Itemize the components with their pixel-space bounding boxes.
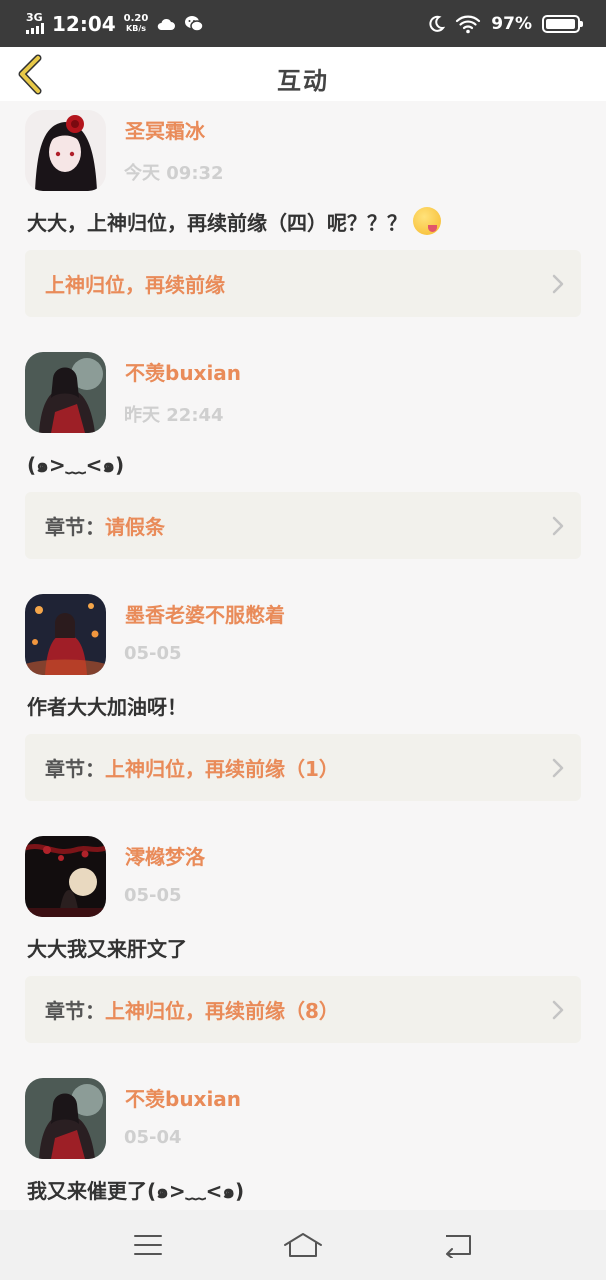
- username[interactable]: 澪橼梦洛: [125, 841, 205, 870]
- comment-item: 不羡buxian 昨天 22:44 (๑>﹏<๑) 章节： 请假条: [0, 343, 606, 585]
- menu-icon: [133, 1235, 162, 1255]
- header: 互动: [0, 47, 606, 101]
- chapter-title: 请假条: [105, 515, 165, 539]
- comment-item: 澪橼梦洛 05-05 大大我又来肝文了 章节： 上神归位，再续前缘（8）: [0, 827, 606, 1069]
- avatar[interactable]: [25, 594, 106, 675]
- moon-icon: [429, 15, 446, 32]
- signal-icon: 3G: [26, 11, 44, 34]
- battery-icon: [542, 14, 583, 33]
- chapter-title: 上神归位，再续前缘: [45, 273, 225, 297]
- chevron-right-icon: [552, 1000, 564, 1020]
- page-title: 互动: [277, 67, 329, 95]
- comment-time: 05-05: [124, 885, 182, 906]
- avatar[interactable]: [25, 110, 106, 191]
- comment-item: 圣冥霜冰 今天 09:32 大大，上神归位，再续前缘（四）呢？？？ 上神归位，再…: [0, 101, 606, 343]
- username[interactable]: 墨香老婆不服憋着: [125, 599, 285, 628]
- wifi-icon: [456, 15, 481, 33]
- username[interactable]: 不羡buxian: [125, 357, 241, 386]
- chapter-title: 上神归位，再续前缘（1）: [105, 757, 339, 781]
- chapter-prefix: 章节：: [45, 999, 105, 1023]
- chapter-prefix: 章节：: [45, 757, 105, 781]
- menu-button[interactable]: [123, 1225, 173, 1265]
- speed-unit: KB/s: [126, 23, 146, 33]
- wechat-icon: [185, 15, 205, 32]
- comment-time: 05-04: [124, 1127, 182, 1148]
- chevron-right-icon: [552, 516, 564, 536]
- status-bar: 3G 12:04 0.20 KB/s 97%: [0, 0, 606, 47]
- comment-content: 大大，上神归位，再续前缘（四）呢？？？: [27, 207, 441, 236]
- comment-content: 作者大大加油呀！: [27, 695, 187, 719]
- comment-time: 昨天 22:44: [124, 405, 224, 426]
- avatar[interactable]: [25, 1078, 106, 1159]
- status-right: 97%: [427, 13, 583, 34]
- system-nav-bar: [0, 1210, 606, 1280]
- comment-time: 今天 09:32: [124, 163, 224, 184]
- comment-content: (๑>﹏<๑): [27, 453, 125, 477]
- chapter-title: 上神归位，再续前缘（8）: [105, 999, 339, 1023]
- avatar[interactable]: [25, 836, 106, 917]
- home-icon: [283, 1233, 322, 1257]
- comment-item: 墨香老婆不服憋着 05-05 作者大大加油呀！ 章节： 上神归位，再续前缘（1）: [0, 585, 606, 827]
- cloud-icon: [158, 18, 176, 30]
- speed-value: 0.20: [123, 12, 149, 24]
- chapter-link[interactable]: 章节： 请假条: [25, 492, 581, 559]
- comment-content: 我又来催更了(๑>﹏<๑): [27, 1179, 245, 1203]
- battery-percent: 97%: [491, 13, 532, 34]
- chapter-link[interactable]: 章节： 上神归位，再续前缘（8）: [25, 976, 581, 1043]
- yum-emoji-icon: [413, 207, 441, 235]
- comment-text: 大大，上神归位，再续前缘（四）呢？？？: [27, 211, 407, 235]
- chapter-link[interactable]: 章节： 上神归位，再续前缘（1）: [25, 734, 581, 801]
- comment-feed[interactable]: 圣冥霜冰 今天 09:32 大大，上神归位，再续前缘（四）呢？？？ 上神归位，再…: [0, 101, 606, 1280]
- avatar[interactable]: [25, 352, 106, 433]
- back-icon: [446, 1235, 472, 1258]
- chapter-link[interactable]: 上神归位，再续前缘: [25, 250, 581, 317]
- status-time: 12:04: [52, 11, 116, 36]
- network-speed: 0.20 KB/s: [123, 12, 149, 34]
- comment-content: 大大我又来肝文了: [27, 937, 187, 961]
- chevron-right-icon: [552, 758, 564, 778]
- chevron-right-icon: [552, 274, 564, 294]
- username[interactable]: 不羡buxian: [125, 1083, 241, 1112]
- status-left: 3G 12:04 0.20 KB/s: [26, 11, 205, 36]
- comment-time: 05-05: [124, 643, 182, 664]
- home-button[interactable]: [278, 1225, 328, 1265]
- back-nav-button[interactable]: [433, 1225, 483, 1265]
- username[interactable]: 圣冥霜冰: [125, 115, 205, 144]
- chapter-prefix: 章节：: [45, 515, 105, 539]
- network-type: 3G: [26, 11, 43, 24]
